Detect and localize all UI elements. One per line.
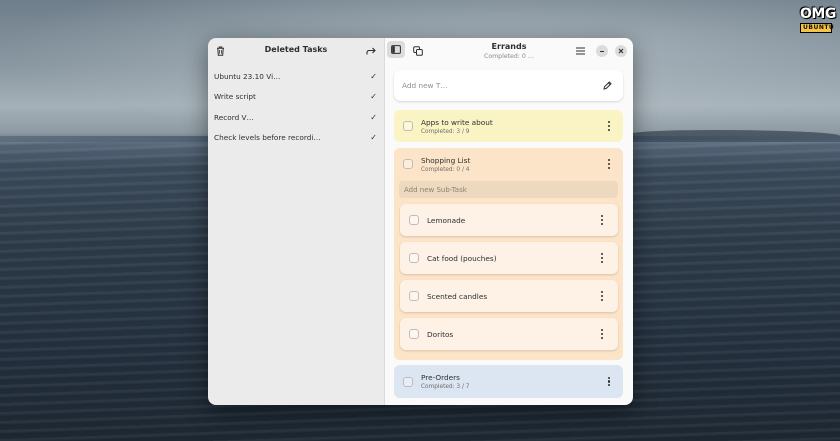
subtask-label: Lemonade — [427, 215, 466, 225]
task-checkbox[interactable] — [403, 376, 413, 387]
task-card[interactable]: Pre-Orders Completed: 3 / 7 — [394, 365, 623, 398]
logo-text-top: OMG — [800, 6, 836, 22]
kebab-menu-icon[interactable] — [599, 215, 605, 225]
header-bar: Errands Completed: 0 … — [385, 38, 633, 68]
subtask-label: Cat food (pouches) — [427, 253, 497, 263]
hamburger-menu-icon[interactable] — [574, 45, 586, 57]
kebab-menu-icon[interactable] — [606, 376, 612, 387]
deleted-tasks-list: Ubuntu 23.10 Vi… ✓ Write script ✓ Record… — [208, 66, 384, 148]
add-subtask-placeholder: Add new Sub-Task — [404, 185, 467, 194]
subtask-checkbox[interactable] — [409, 253, 419, 263]
task-row: Pre-Orders Completed: 3 / 7 — [403, 365, 623, 398]
task-checkbox[interactable] — [403, 121, 413, 131]
sidebar-title: Deleted Tasks — [264, 45, 328, 54]
close-icon[interactable] — [615, 45, 627, 57]
task-title: Shopping List — [421, 155, 471, 165]
task-text: Apps to write about Completed: 3 / 9 — [421, 118, 493, 135]
task-title: Pre-Orders — [421, 373, 460, 382]
task-row: Shopping List Completed: 0 / 4 — [394, 148, 623, 180]
deleted-tasks-sidebar: Deleted Tasks Ubuntu 23.10 Vi… ✓ Write s… — [208, 38, 385, 405]
add-subtask-entry[interactable]: Add new Sub-Task — [399, 181, 618, 198]
deleted-task-label: Record V… — [214, 112, 254, 122]
subtask-label: Doritos — [427, 329, 454, 339]
logo-text-bottom: UBUNTU — [800, 23, 834, 33]
deleted-task-item[interactable]: Record V… ✓ — [208, 107, 384, 128]
minimize-icon[interactable] — [596, 45, 608, 57]
sidebar-header: Deleted Tasks — [208, 38, 384, 64]
task-checkbox[interactable] — [403, 159, 413, 169]
kebab-menu-icon[interactable] — [599, 291, 605, 301]
deleted-task-item[interactable]: Ubuntu 23.10 Vi… ✓ — [208, 66, 384, 87]
subtask-card[interactable]: Lemonade — [400, 204, 618, 236]
kebab-menu-icon[interactable] — [599, 253, 605, 263]
checkmark-icon: ✓ — [370, 112, 377, 122]
add-task-entry[interactable]: Add new T… — [394, 70, 623, 101]
checkmark-icon: ✓ — [370, 71, 377, 81]
subtask-checkbox[interactable] — [409, 215, 419, 225]
add-task-placeholder: Add new T… — [402, 81, 448, 90]
errands-window: Deleted Tasks Ubuntu 23.10 Vi… ✓ Write s… — [208, 38, 633, 405]
subtask-card[interactable]: Cat food (pouches) — [400, 242, 618, 274]
task-row: Apps to write about Completed: 3 / 9 — [403, 110, 623, 142]
deleted-task-label: Check levels before recordi… — [214, 133, 321, 143]
task-progress: Completed: 3 / 7 — [421, 384, 470, 390]
task-progress: Completed: 0 / 4 — [421, 166, 470, 173]
subtask-card[interactable]: Doritos — [400, 318, 618, 350]
task-progress: Completed: 3 / 9 — [421, 128, 470, 135]
redo-icon[interactable] — [365, 45, 377, 57]
kebab-menu-icon[interactable] — [606, 121, 612, 131]
deleted-task-label: Ubuntu 23.10 Vi… — [214, 71, 281, 81]
subtask-checkbox[interactable] — [409, 291, 419, 301]
kebab-menu-icon[interactable] — [599, 329, 605, 339]
task-text: Shopping List Completed: 0 / 4 — [421, 156, 470, 173]
task-text: Pre-Orders Completed: 3 / 7 — [421, 373, 469, 390]
subtask-label: Scented candles — [427, 291, 488, 301]
task-card-expanded[interactable]: Shopping List Completed: 0 / 4 Add new S… — [394, 148, 623, 360]
omg-ubuntu-logo: OMG UBUNTU — [800, 6, 836, 37]
deleted-task-item[interactable]: Write script ✓ — [208, 87, 384, 108]
deleted-task-item[interactable]: Check levels before recordi… ✓ — [208, 128, 384, 149]
kebab-menu-icon[interactable] — [606, 159, 612, 169]
checkmark-icon: ✓ — [370, 92, 377, 102]
deleted-task-label: Write script — [214, 92, 256, 102]
checkmark-icon: ✓ — [370, 133, 377, 143]
subtask-card[interactable]: Scented candles — [400, 280, 618, 312]
list-subtitle: Completed: 0 … — [484, 53, 534, 60]
task-list-panel: Errands Completed: 0 … Add new T… Apps t… — [385, 38, 633, 405]
pencil-icon[interactable] — [602, 81, 612, 91]
subtask-checkbox[interactable] — [409, 329, 419, 339]
task-title: Apps to write about — [421, 117, 493, 127]
task-card[interactable]: Apps to write about Completed: 3 / 9 — [394, 110, 623, 142]
